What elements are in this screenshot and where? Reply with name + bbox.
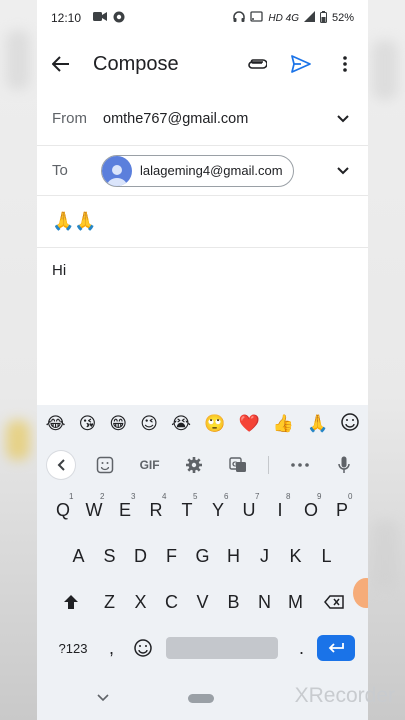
key-c[interactable]: C	[156, 582, 187, 622]
gif-button[interactable]: GIF	[136, 451, 164, 479]
key-t[interactable]: T5	[172, 490, 203, 530]
key-n[interactable]: N	[249, 582, 280, 622]
page-title: Compose	[93, 52, 179, 75]
key-h[interactable]: H	[218, 536, 249, 576]
key-f[interactable]: F	[156, 536, 187, 576]
shift-key[interactable]	[48, 582, 94, 622]
key-x[interactable]: X	[125, 582, 156, 622]
key-e[interactable]: E3	[110, 490, 141, 530]
key-row-1: Q1 W2 E3 R4 T5 Y6 U7 I8 O9 P0	[37, 487, 368, 533]
arrow-back-icon[interactable]	[47, 50, 75, 78]
key-y[interactable]: Y6	[203, 490, 234, 530]
smiley-icon	[133, 639, 152, 657]
emoji-suggestion-bar: 😂 😘 😁 😉 😭 🙄 ❤️ 👍 🙏	[37, 405, 368, 443]
key-o[interactable]: O9	[296, 490, 327, 530]
key-row-3: Z X C V B N M	[37, 579, 368, 625]
key-z[interactable]: Z	[94, 582, 125, 622]
emoji-suggestion[interactable]: 😘	[79, 414, 97, 434]
from-address[interactable]: omthe767@gmail.com	[103, 111, 248, 127]
key-a[interactable]: A	[63, 536, 94, 576]
svg-text:G: G	[232, 461, 238, 469]
key-q[interactable]: Q1	[48, 490, 79, 530]
avatar	[102, 155, 132, 186]
key-i[interactable]: I8	[265, 490, 296, 530]
gear-icon[interactable]	[180, 451, 208, 479]
smiley-icon[interactable]	[341, 412, 360, 436]
key-j[interactable]: J	[249, 536, 280, 576]
enter-key[interactable]	[317, 635, 355, 661]
symbols-key[interactable]: ?123	[50, 628, 96, 668]
emoji-suggestion[interactable]: 🙏	[307, 414, 328, 434]
to-label: To	[52, 162, 68, 179]
microphone-icon[interactable]	[330, 451, 358, 479]
recipient-chip[interactable]: lalageming4@gmail.com	[101, 154, 294, 187]
chrome-icon	[113, 11, 125, 26]
backspace-icon	[324, 595, 344, 609]
key-row-2: A S D F G H J K L	[37, 533, 368, 579]
chevron-left-icon[interactable]	[47, 451, 75, 479]
battery-percent: 52%	[331, 12, 354, 24]
status-bar: 12:10 HD 4G 52%	[37, 0, 368, 36]
comma-key[interactable]: ,	[96, 628, 127, 668]
cast-icon	[250, 11, 264, 25]
emoji-suggestion[interactable]: 😁	[109, 414, 127, 434]
home-pill[interactable]	[188, 694, 214, 703]
emoji-suggestion[interactable]: 👍	[273, 414, 294, 434]
key-b[interactable]: B	[218, 582, 249, 622]
to-row[interactable]: To lalageming4@gmail.com	[37, 146, 368, 196]
from-label: From	[52, 110, 87, 127]
key-k[interactable]: K	[280, 536, 311, 576]
key-r[interactable]: R4	[141, 490, 172, 530]
from-row[interactable]: From omthe767@gmail.com	[37, 92, 368, 146]
key-v[interactable]: V	[187, 582, 218, 622]
key-w[interactable]: W2	[79, 490, 110, 530]
chevron-down-icon[interactable]	[333, 161, 353, 181]
recipient-email: lalageming4@gmail.com	[140, 163, 283, 178]
status-time: 12:10	[51, 11, 82, 25]
emoji-suggestion[interactable]: 😂	[46, 414, 66, 434]
key-d[interactable]: D	[125, 536, 156, 576]
sticker-icon[interactable]	[91, 451, 119, 479]
app-bar: Compose	[37, 36, 368, 92]
key-s[interactable]: S	[94, 536, 125, 576]
battery-icon	[319, 10, 327, 26]
more-horiz-icon[interactable]	[286, 451, 314, 479]
emoji-suggestion[interactable]: 🙄	[204, 414, 225, 434]
key-m[interactable]: M	[280, 582, 311, 622]
emoji-suggestion[interactable]: 😭	[171, 414, 191, 434]
key-p[interactable]: P0	[327, 490, 358, 530]
space-key[interactable]	[166, 637, 278, 659]
signal-icon	[303, 11, 315, 25]
send-icon[interactable]	[288, 51, 314, 77]
more-vert-icon[interactable]	[332, 51, 358, 77]
recorder-watermark: XRecorder	[294, 684, 395, 707]
video-camera-icon	[93, 11, 108, 25]
body-field[interactable]: Hi	[37, 248, 368, 293]
toolbar-divider	[268, 456, 270, 474]
key-l[interactable]: L	[311, 536, 342, 576]
chevron-down-icon[interactable]	[333, 109, 353, 129]
paperclip-icon[interactable]	[244, 51, 270, 77]
emoji-suggestion[interactable]: 😉	[140, 414, 158, 434]
key-row-4: ?123 , .	[37, 625, 368, 671]
subject-field[interactable]: 🙏🙏	[37, 196, 368, 248]
shift-icon	[64, 595, 78, 609]
key-u[interactable]: U7	[234, 490, 265, 530]
emoji-suggestion[interactable]: ❤️	[238, 414, 259, 434]
headphones-icon	[233, 10, 246, 26]
enter-icon	[328, 643, 344, 653]
backspace-key[interactable]	[311, 582, 357, 622]
key-g[interactable]: G	[187, 536, 218, 576]
keyboard-toolbar: GIF G	[37, 443, 368, 487]
network-label: HD 4G	[268, 12, 299, 24]
chevron-down-icon[interactable]	[97, 689, 109, 707]
emoji-key[interactable]	[127, 628, 158, 668]
keyboard: 😂 😘 😁 😉 😭 🙄 ❤️ 👍 🙏 GIF G Q 1 W 2 E 3 R 4…	[37, 405, 368, 675]
translate-icon[interactable]: G	[224, 451, 252, 479]
phone-screen: 12:10 HD 4G 52% Compose From omthe767@gm…	[37, 0, 368, 720]
period-key[interactable]: .	[286, 628, 317, 668]
